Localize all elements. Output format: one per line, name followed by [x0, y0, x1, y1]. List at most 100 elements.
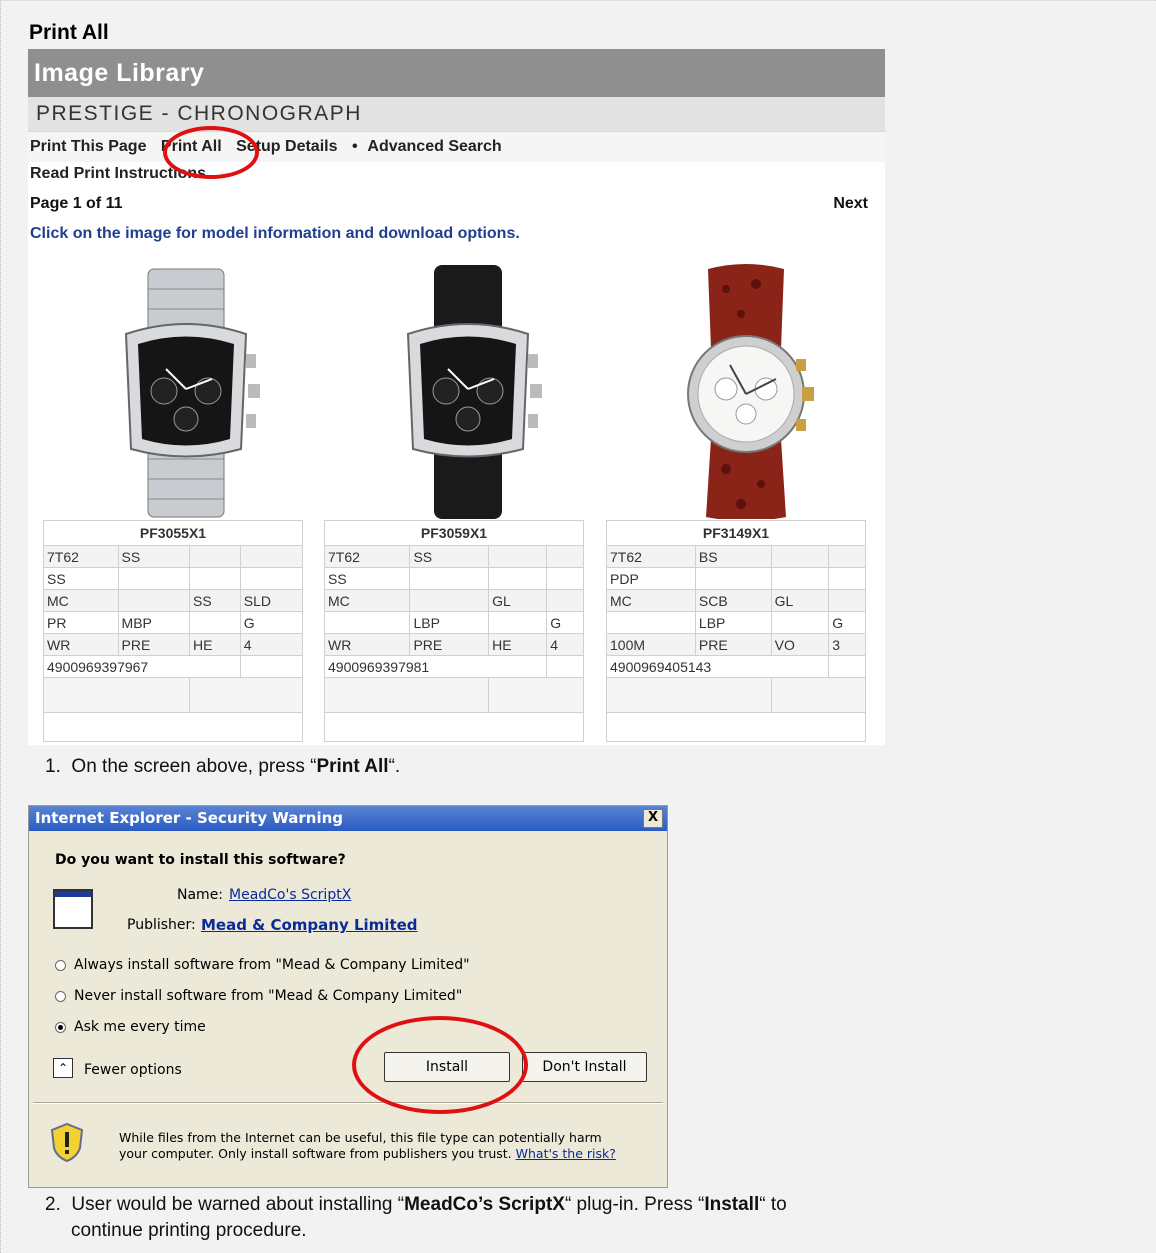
step-2-text: 2. User would be warned about installing…	[45, 1192, 1105, 1244]
spec-cell	[546, 567, 584, 590]
whats-the-risk-link[interactable]: What's the risk?	[516, 1146, 616, 1161]
fewer-options-label[interactable]: Fewer options	[84, 1062, 182, 1078]
spec-cell	[770, 545, 830, 568]
close-button[interactable]: X	[643, 809, 663, 828]
collection-title: PRESTIGE - CHRONOGRAPH	[28, 97, 885, 132]
radio-always-install[interactable]: Always install software from "Mead & Com…	[55, 957, 470, 973]
advanced-search-link[interactable]: Advanced Search	[367, 138, 501, 155]
spec-cell: G	[239, 611, 304, 634]
security-warning-dialog: Internet Explorer - Security Warning X D…	[28, 805, 668, 1188]
warning-line: While files from the Internet can be use…	[119, 1130, 602, 1145]
spec-cell: MC	[606, 589, 696, 612]
spec-cell	[770, 611, 830, 634]
spec-cell: LBP	[409, 611, 490, 634]
step-bold-text: Print All	[316, 756, 389, 777]
spec-cell: SS	[117, 545, 191, 568]
radio-button[interactable]	[55, 959, 66, 971]
library-title: Image Library	[28, 49, 885, 97]
highlight-ring-print-all	[163, 126, 259, 179]
next-page-link[interactable]: Next	[833, 195, 868, 213]
model-number[interactable]: PF3055X1	[43, 520, 303, 546]
spec-cell: PRE	[409, 633, 490, 656]
document-page: Print All Image Library PRESTIGE - CHRON…	[0, 0, 1156, 1253]
spec-cell	[409, 589, 490, 612]
step-text: “ plug-in. Press “	[564, 1194, 705, 1215]
warning-shield-icon	[50, 1122, 84, 1162]
spec-cell	[828, 589, 866, 612]
spec-cell: MBP	[117, 611, 191, 634]
dialog-title: Internet Explorer - Security Warning	[35, 809, 344, 827]
step-text: continue printing procedure.	[71, 1220, 307, 1241]
spec-cell: G	[546, 611, 584, 634]
spec-cell	[546, 655, 584, 678]
software-name-link[interactable]: MeadCo's ScriptX	[229, 887, 351, 903]
dont-install-button[interactable]: Don't Install	[522, 1052, 647, 1082]
blank-cell	[43, 712, 303, 742]
spec-cell: SS	[323, 567, 411, 590]
spec-cell	[488, 611, 548, 634]
spec-cell: SCB	[694, 589, 772, 612]
name-label: Name:	[177, 887, 224, 903]
spec-cell: SLD	[239, 589, 304, 612]
spec-cell	[828, 655, 866, 678]
spec-cell	[546, 545, 584, 568]
highlight-ring-install	[352, 1016, 528, 1114]
spec-cell	[770, 567, 830, 590]
click-instructions: Click on the image for model information…	[30, 225, 520, 242]
spec-cell	[488, 567, 548, 590]
publisher-link[interactable]: Mead & Company Limited	[201, 916, 418, 934]
barcode-cell: 4900969405143	[605, 655, 830, 678]
watch-image-pf3059x1[interactable]	[368, 259, 568, 519]
spec-cell	[239, 655, 304, 678]
blank-cell	[606, 712, 866, 742]
spec-cell: PRE	[117, 633, 191, 656]
blank-cell	[488, 677, 584, 713]
spec-cell: G	[828, 611, 866, 634]
spec-cell	[694, 567, 772, 590]
spec-cell: 4	[546, 633, 584, 656]
step-number: 2.	[45, 1194, 61, 1215]
blank-cell	[189, 677, 303, 713]
spec-cell: GL	[488, 589, 548, 612]
spec-cell	[239, 567, 304, 590]
model-number[interactable]: PF3059X1	[324, 520, 584, 546]
radio-label: Always install software from "Mead & Com…	[74, 957, 470, 973]
spec-cell: PRE	[694, 633, 772, 656]
radio-button[interactable]	[55, 1021, 66, 1033]
spec-cell: 7T62	[323, 545, 411, 568]
spec-cell	[239, 545, 304, 568]
publisher-label: Publisher:	[127, 917, 196, 933]
warning-line: your computer. Only install software fro…	[119, 1146, 512, 1161]
spec-cell	[828, 545, 866, 568]
product-table-1: PF3055X1 7T62 SS SS MC SS SLD PR MBP G WR PRE H…	[42, 520, 304, 742]
step-bold-text: Install	[704, 1194, 760, 1215]
product-table-3: PF3149X1 7T62 BS PDP MC SCB GL LBP G 100M PRE…	[605, 520, 867, 742]
spec-cell	[546, 589, 584, 612]
step-text: User would be warned about installing “	[71, 1194, 405, 1215]
watch-image-pf3149x1[interactable]	[646, 259, 846, 519]
spec-cell: HE	[488, 633, 548, 656]
watch-image-pf3055x1[interactable]	[86, 259, 286, 519]
spec-cell: 7T62	[43, 545, 119, 568]
print-this-page-link[interactable]: Print This Page	[30, 138, 146, 155]
dialog-question: Do you want to install this software?	[55, 852, 346, 868]
spec-cell: 7T62	[606, 545, 696, 568]
radio-button[interactable]	[55, 990, 66, 1002]
radio-label: Ask me every time	[74, 1019, 206, 1035]
radio-never-install[interactable]: Never install software from "Mead & Comp…	[55, 988, 462, 1004]
radio-selected-dot	[58, 1024, 63, 1030]
blank-cell	[770, 677, 867, 713]
fewer-options-button[interactable]: ⌃	[53, 1058, 73, 1078]
spec-cell	[606, 611, 696, 634]
blank-cell	[324, 712, 584, 742]
dialog-title-bar: Internet Explorer - Security Warning X	[29, 806, 667, 831]
model-number[interactable]: PF3149X1	[606, 520, 866, 546]
spec-cell: VO	[770, 633, 830, 656]
radio-ask-every-time[interactable]: Ask me every time	[55, 1019, 206, 1035]
step-number: 1.	[45, 756, 61, 777]
spec-cell: 100M	[606, 633, 696, 656]
barcode-cell: 4900969397967	[43, 655, 241, 678]
spec-cell: BS	[694, 545, 772, 568]
spec-cell: HE	[189, 633, 241, 656]
spec-cell: LBP	[694, 611, 772, 634]
